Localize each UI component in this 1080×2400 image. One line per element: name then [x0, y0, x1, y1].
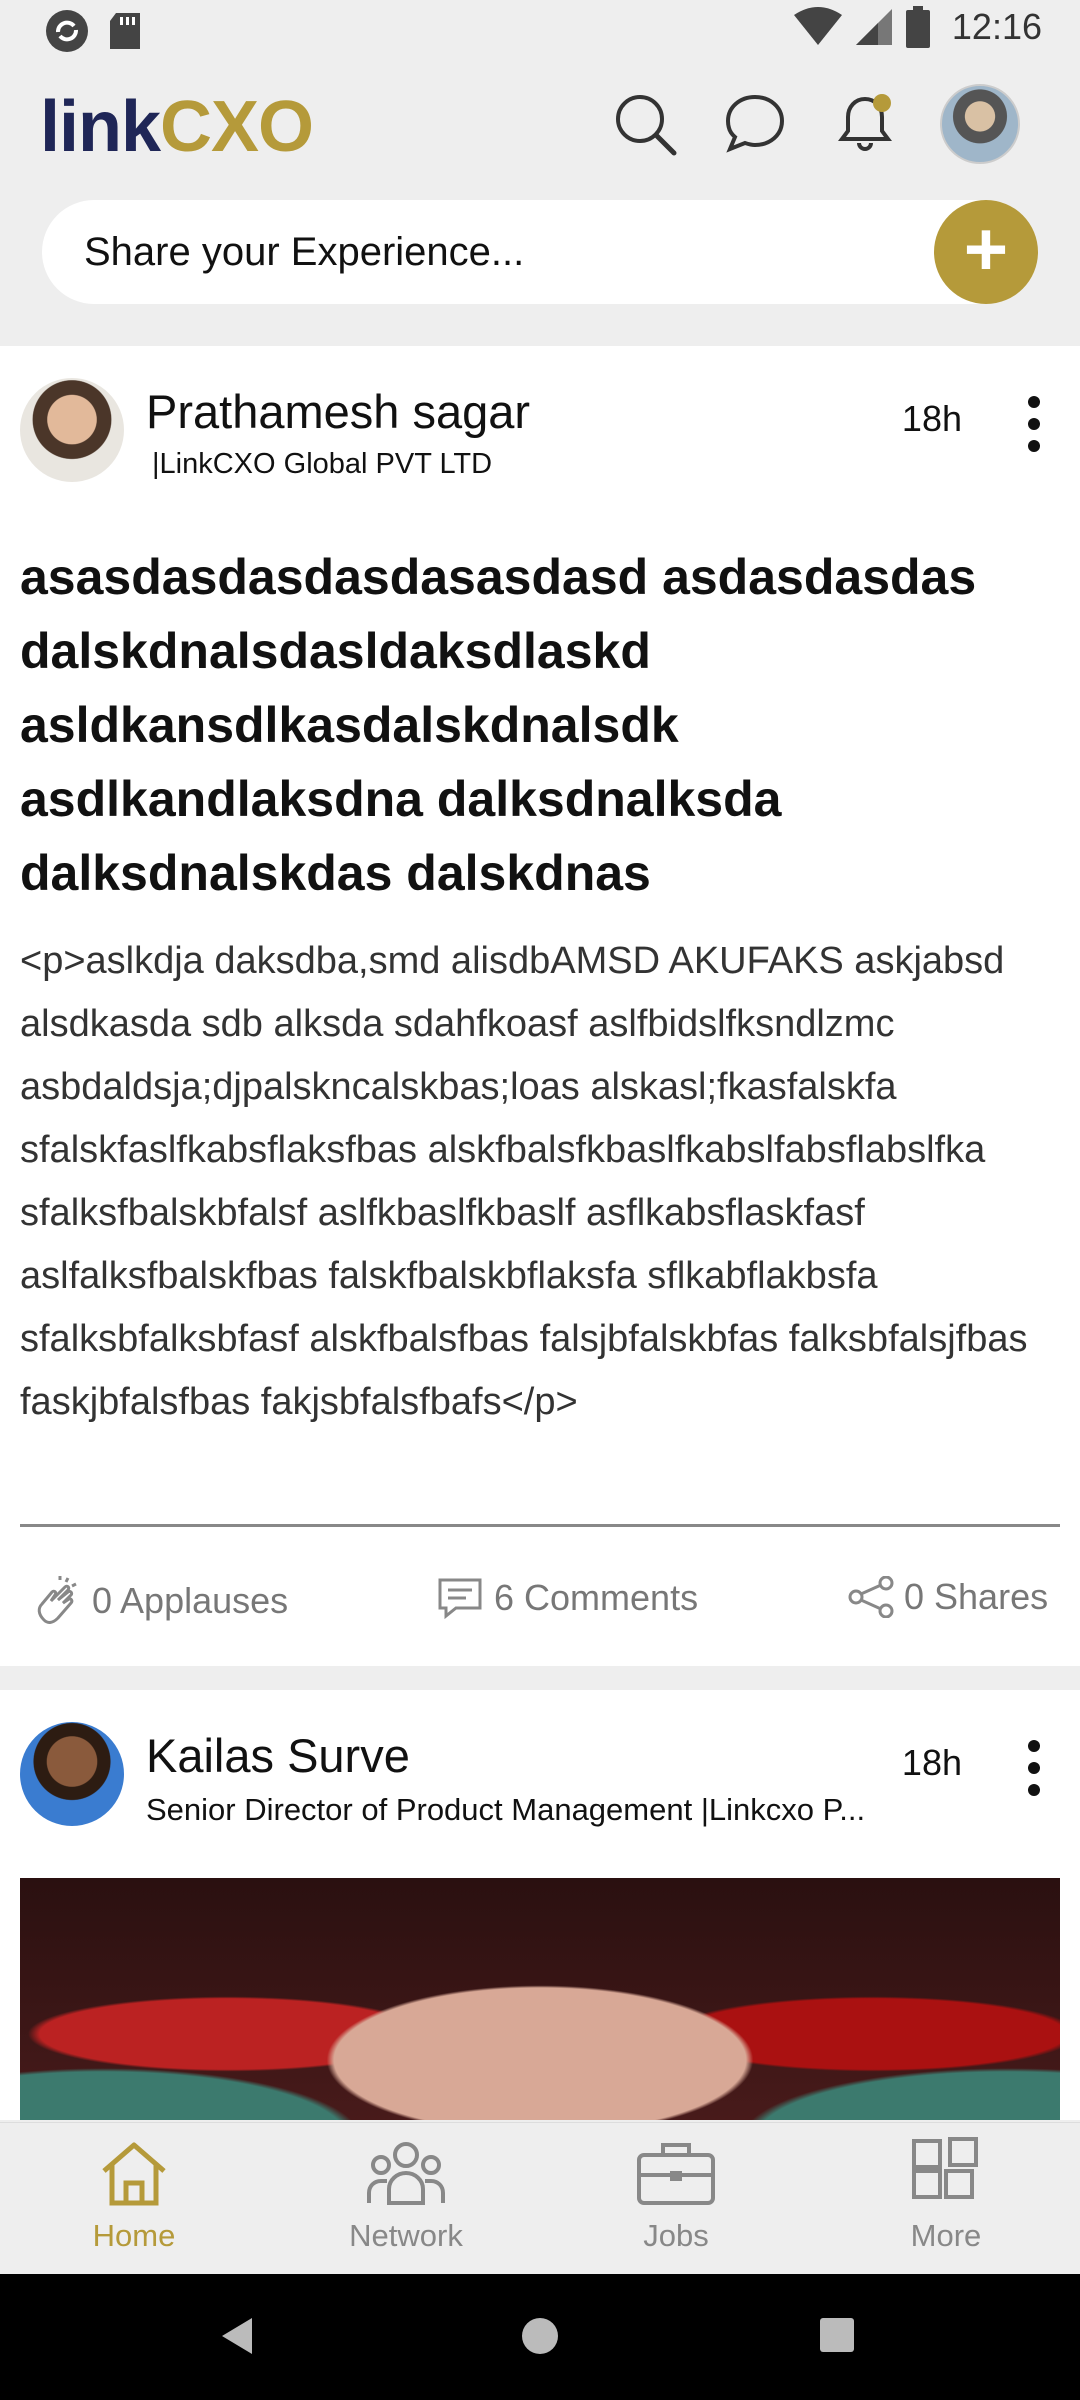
author-avatar[interactable] — [20, 1722, 124, 1826]
more-options-icon[interactable] — [1024, 396, 1044, 452]
search-icon[interactable] — [610, 89, 680, 159]
comments-button[interactable]: 6 Comments — [436, 1576, 698, 1620]
share-placeholder: Share your Experience... — [84, 230, 525, 274]
more-options-icon[interactable] — [1024, 1740, 1044, 1796]
nav-more-label: More — [910, 2218, 982, 2253]
author-name[interactable]: Prathamesh sagar — [146, 384, 530, 439]
post-title[interactable]: asasdasdasdasdasasdasd asdasdasdas dalsk… — [20, 540, 1040, 910]
author-name[interactable]: Kailas Surve — [146, 1728, 410, 1783]
comment-icon — [438, 1578, 482, 1620]
post-actions: 0 Applauses 6 Comments 0 Shares — [0, 1576, 1080, 1636]
post-image[interactable] — [20, 1878, 1060, 2120]
grid-icon — [912, 2137, 978, 2199]
post-time: 18h — [901, 1742, 962, 1783]
sync-icon — [46, 10, 88, 52]
divider — [20, 1524, 1060, 1527]
post-body[interactable]: <p>aslkdja daksdba,smd alisdbAMSD AKUFAK… — [20, 930, 1060, 1434]
network-icon — [367, 2142, 445, 2205]
post-time: 18h — [901, 398, 962, 439]
home-button-icon[interactable] — [522, 2318, 558, 2354]
post-card: Kailas Surve Senior Director of Product … — [0, 1690, 1080, 2120]
app-bar: linkCXO — [0, 64, 1080, 182]
post-card: Prathamesh sagar |LinkCXO Global PVT LTD… — [0, 346, 1080, 1666]
nav-home-label: Home — [92, 2218, 176, 2253]
profile-avatar[interactable] — [940, 84, 1020, 164]
bell-icon[interactable] — [830, 89, 900, 159]
sd-card-icon — [110, 13, 140, 49]
wifi-icon — [793, 7, 842, 45]
share-icon — [848, 1576, 894, 1618]
share-experience-input[interactable]: Share your Experience... + — [42, 200, 1038, 304]
author-title: Senior Director of Product Management |L… — [146, 1792, 866, 1827]
applause-icon — [37, 1576, 77, 1624]
applause-count: 0 Applauses — [92, 1580, 289, 1621]
clock: 12:16 — [951, 6, 1042, 47]
nav-home[interactable]: Home — [44, 2137, 224, 2254]
briefcase-icon — [637, 2143, 715, 2205]
applause-button[interactable]: 0 Applauses — [32, 1576, 288, 1626]
nav-network[interactable]: Network — [316, 2137, 496, 2254]
add-post-button[interactable]: + — [934, 200, 1038, 304]
bottom-nav: Home Network Jobs More — [0, 2122, 1080, 2275]
home-icon — [102, 2142, 166, 2206]
status-bar: 12:16 — [0, 0, 1080, 64]
recents-icon[interactable] — [820, 2318, 854, 2352]
back-icon[interactable] — [222, 2318, 252, 2354]
linkcxo-logo[interactable]: linkCXO — [40, 86, 314, 168]
chat-icon[interactable] — [720, 89, 790, 159]
author-company: |LinkCXO Global PVT LTD — [152, 448, 493, 480]
logo-text-link: link — [40, 87, 161, 167]
battery-icon — [905, 6, 930, 48]
nav-more[interactable]: More — [856, 2137, 1036, 2254]
shares-count: 0 Shares — [904, 1576, 1049, 1617]
signal-icon — [855, 9, 892, 45]
share-button[interactable]: 0 Shares — [848, 1576, 1048, 1618]
comments-count: 6 Comments — [494, 1577, 699, 1618]
nav-jobs[interactable]: Jobs — [586, 2137, 766, 2254]
nav-network-label: Network — [349, 2218, 463, 2253]
nav-jobs-label: Jobs — [643, 2218, 709, 2253]
logo-text-cxo: CXO — [160, 87, 314, 167]
system-nav-bar — [0, 2274, 1080, 2400]
author-avatar[interactable] — [20, 378, 124, 482]
